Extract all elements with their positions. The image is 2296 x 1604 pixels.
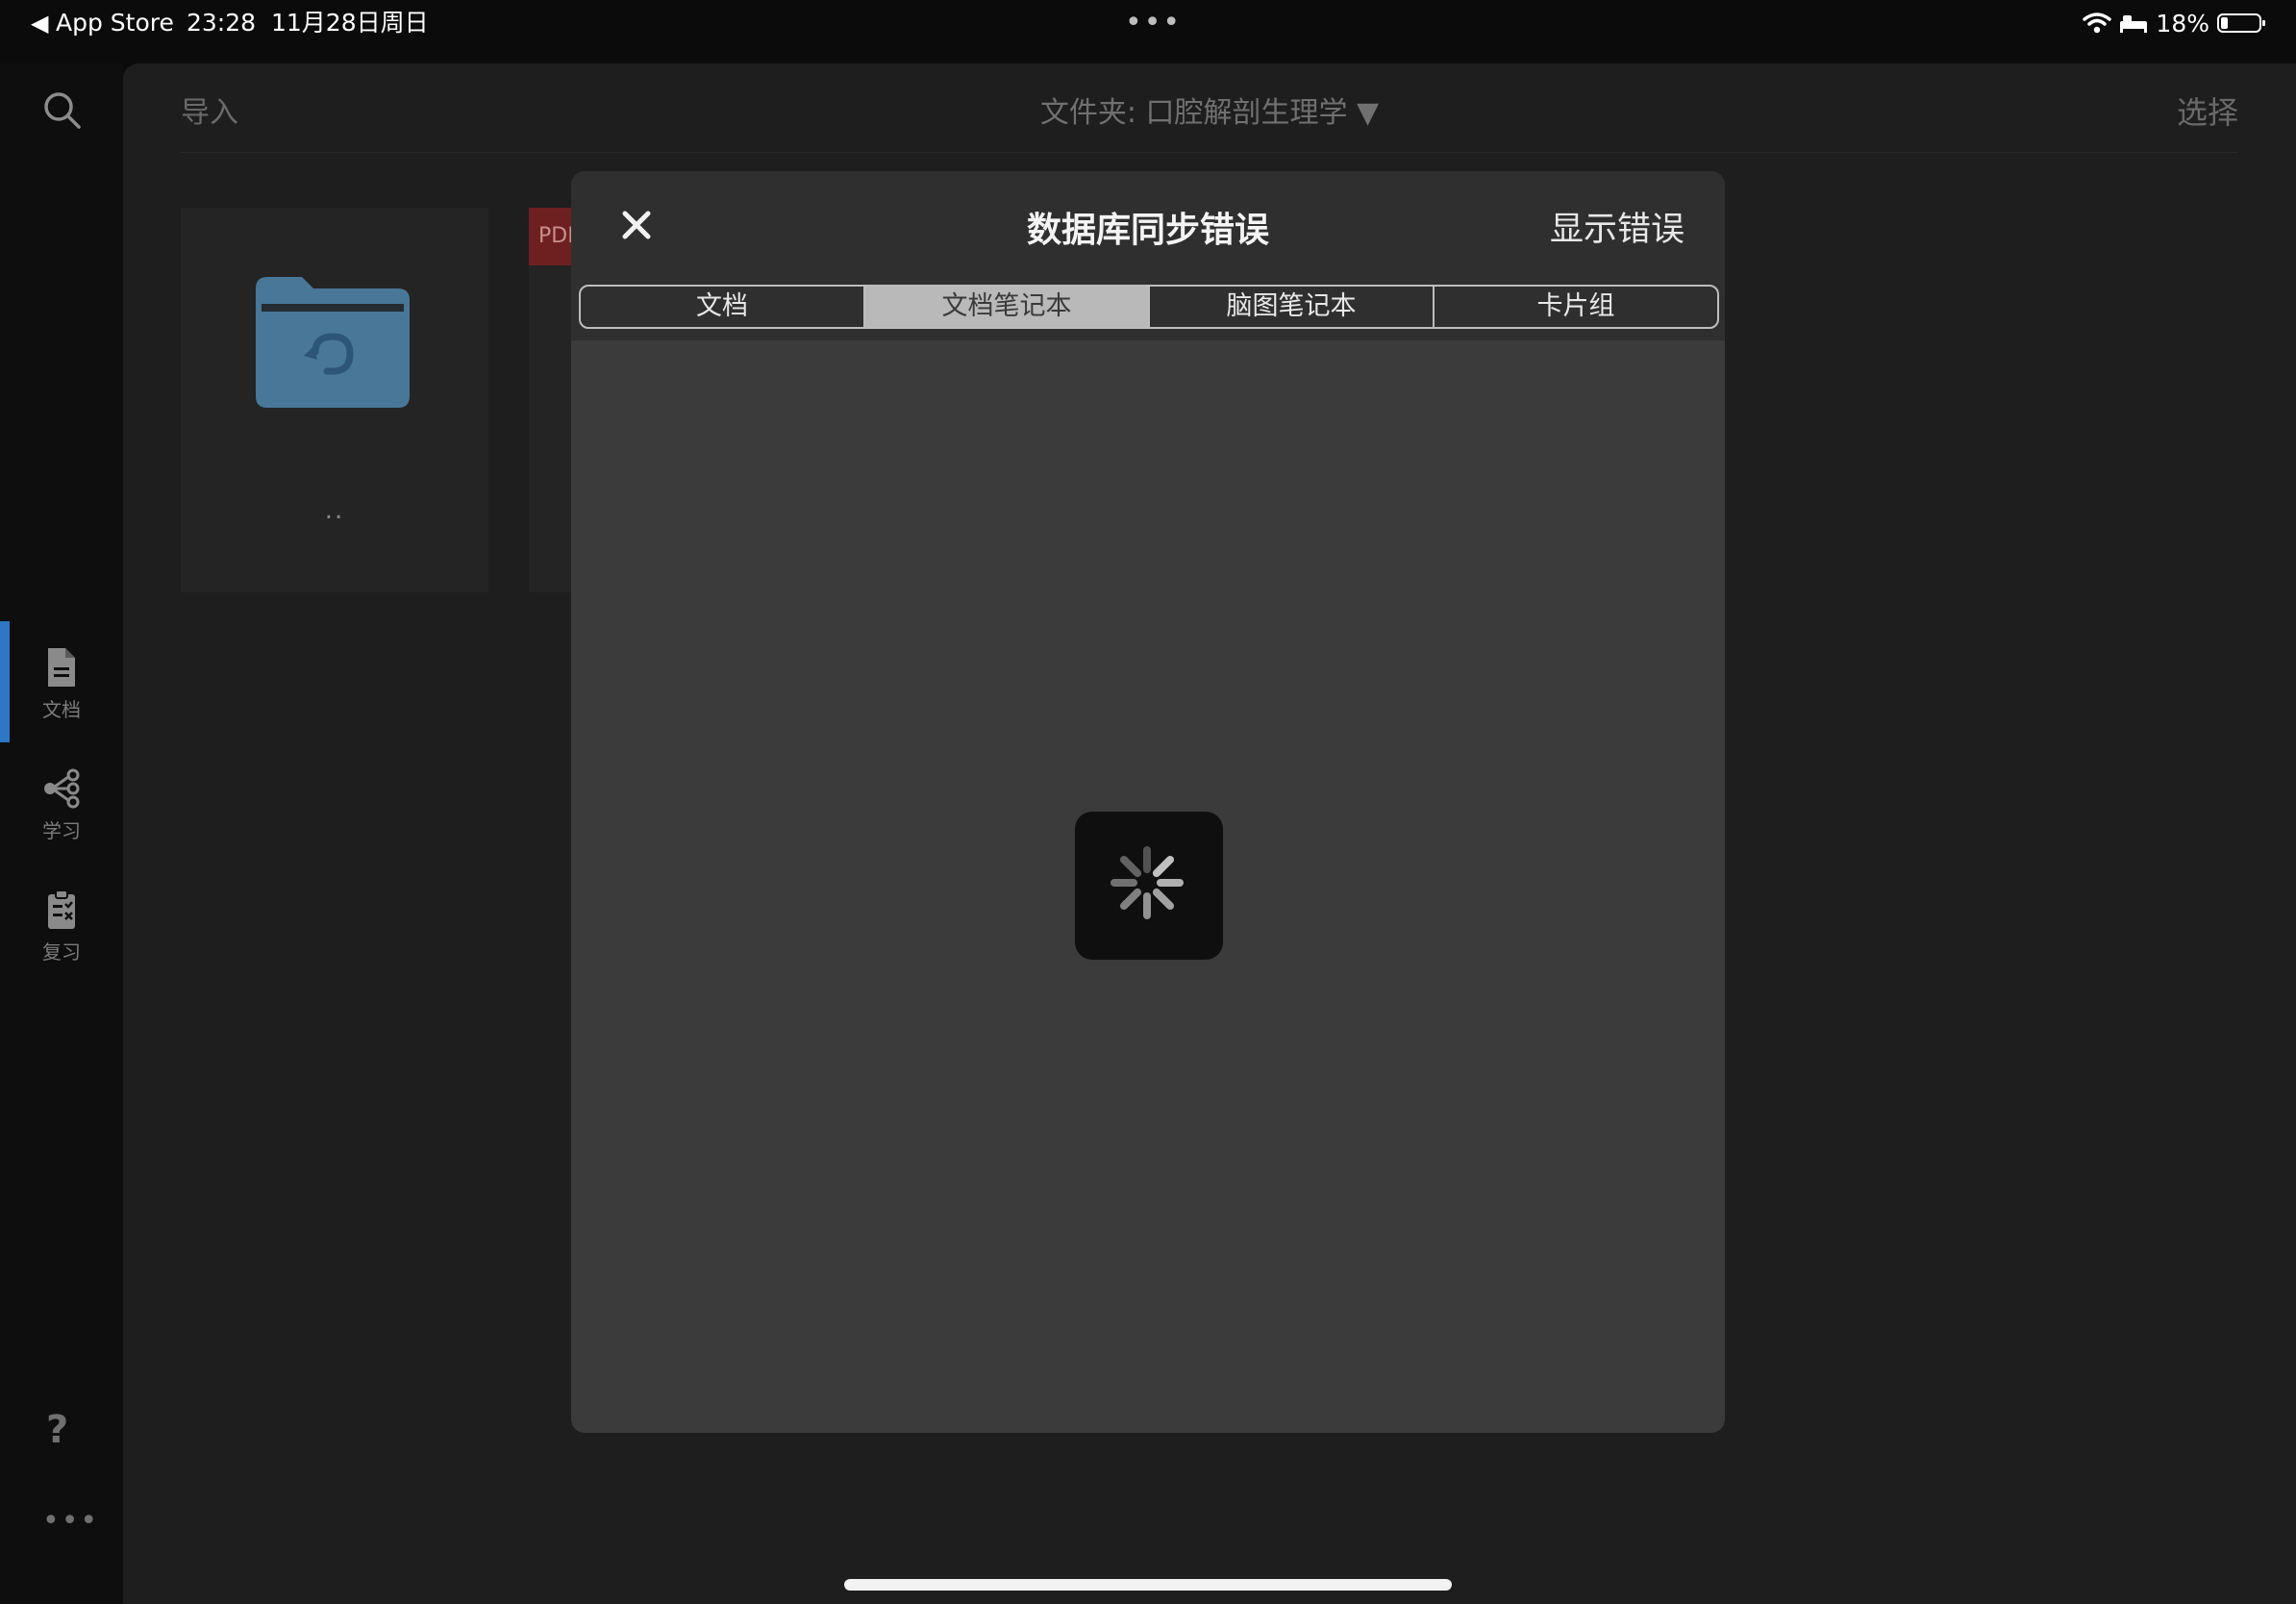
spinner-spoke bbox=[1152, 855, 1175, 878]
loading-indicator bbox=[1075, 812, 1223, 960]
battery-level bbox=[2221, 17, 2228, 29]
dialog-header: 数据库同步错误 显示错误 bbox=[571, 171, 1725, 278]
status-bar: ◀ App Store 23:28 11月28日周日 ••• 18% bbox=[0, 0, 2296, 63]
clock: 23:28 bbox=[187, 9, 257, 37]
search-icon[interactable] bbox=[40, 88, 83, 131]
main-header: 导入 文件夹: 口腔解剖生理学 ▼ 选择 bbox=[181, 63, 2238, 153]
segmented-control: 文档 文档笔记本 脑图笔记本 卡片组 bbox=[579, 285, 1719, 329]
sync-error-dialog: 数据库同步错误 显示错误 文档 文档笔记本 脑图笔记本 卡片组 bbox=[571, 171, 1725, 1433]
document-icon bbox=[48, 648, 75, 687]
sidebar-item-label: 文档 bbox=[42, 698, 81, 721]
spinner-spoke bbox=[1152, 888, 1175, 911]
show-errors-button[interactable]: 显示错误 bbox=[1550, 202, 1685, 251]
home-indicator[interactable] bbox=[844, 1579, 1452, 1591]
battery-icon bbox=[2217, 13, 2265, 33]
battery-percent: 18% bbox=[2156, 9, 2209, 38]
more-button[interactable]: ••• bbox=[42, 1504, 99, 1538]
tab-mindmap-notebooks[interactable]: 脑图笔记本 bbox=[1150, 287, 1435, 327]
clipboard-check-icon bbox=[48, 890, 75, 929]
tab-documents[interactable]: 文档 bbox=[581, 287, 865, 327]
sidebar-item-label: 学习 bbox=[42, 819, 81, 842]
tab-bar: 文档 文档笔记本 脑图笔记本 卡片组 bbox=[571, 277, 1725, 340]
loading-spinner-icon bbox=[1111, 846, 1184, 919]
spinner-spoke bbox=[1119, 888, 1142, 911]
date: 11月28日周日 bbox=[271, 9, 429, 37]
sidebar-item-review[interactable]: 复习 bbox=[0, 864, 123, 985]
sidebar-item-documents[interactable]: 文档 bbox=[0, 621, 123, 742]
back-arrow-icon[interactable]: ◀ bbox=[31, 8, 48, 38]
sidebar: 文档 学习 复习 ? ••• bbox=[0, 63, 123, 1604]
back-to-app-link[interactable]: App Store bbox=[56, 8, 174, 38]
sidebar-item-study[interactable]: 学习 bbox=[0, 742, 123, 864]
folder-back-icon bbox=[256, 277, 410, 408]
folder-title-dropdown[interactable]: 文件夹: 口腔解剖生理学 ▼ bbox=[181, 88, 2238, 131]
parent-folder-label: .. bbox=[324, 496, 345, 525]
wifi-icon bbox=[2083, 13, 2112, 34]
tab-document-notebooks[interactable]: 文档笔记本 bbox=[865, 287, 1150, 327]
sidebar-item-label: 复习 bbox=[42, 940, 81, 964]
help-button[interactable]: ? bbox=[46, 1408, 68, 1452]
select-button[interactable]: 选择 bbox=[2177, 88, 2238, 133]
spinner-spoke bbox=[1119, 855, 1142, 878]
tab-card-decks[interactable]: 卡片组 bbox=[1435, 287, 1717, 327]
multitasking-dots[interactable]: ••• bbox=[1125, 9, 1182, 38]
status-icons: 18% bbox=[2083, 6, 2265, 40]
parent-folder-card[interactable]: .. bbox=[181, 208, 488, 592]
bed-icon bbox=[2120, 15, 2148, 33]
share-nodes-icon bbox=[44, 768, 80, 809]
